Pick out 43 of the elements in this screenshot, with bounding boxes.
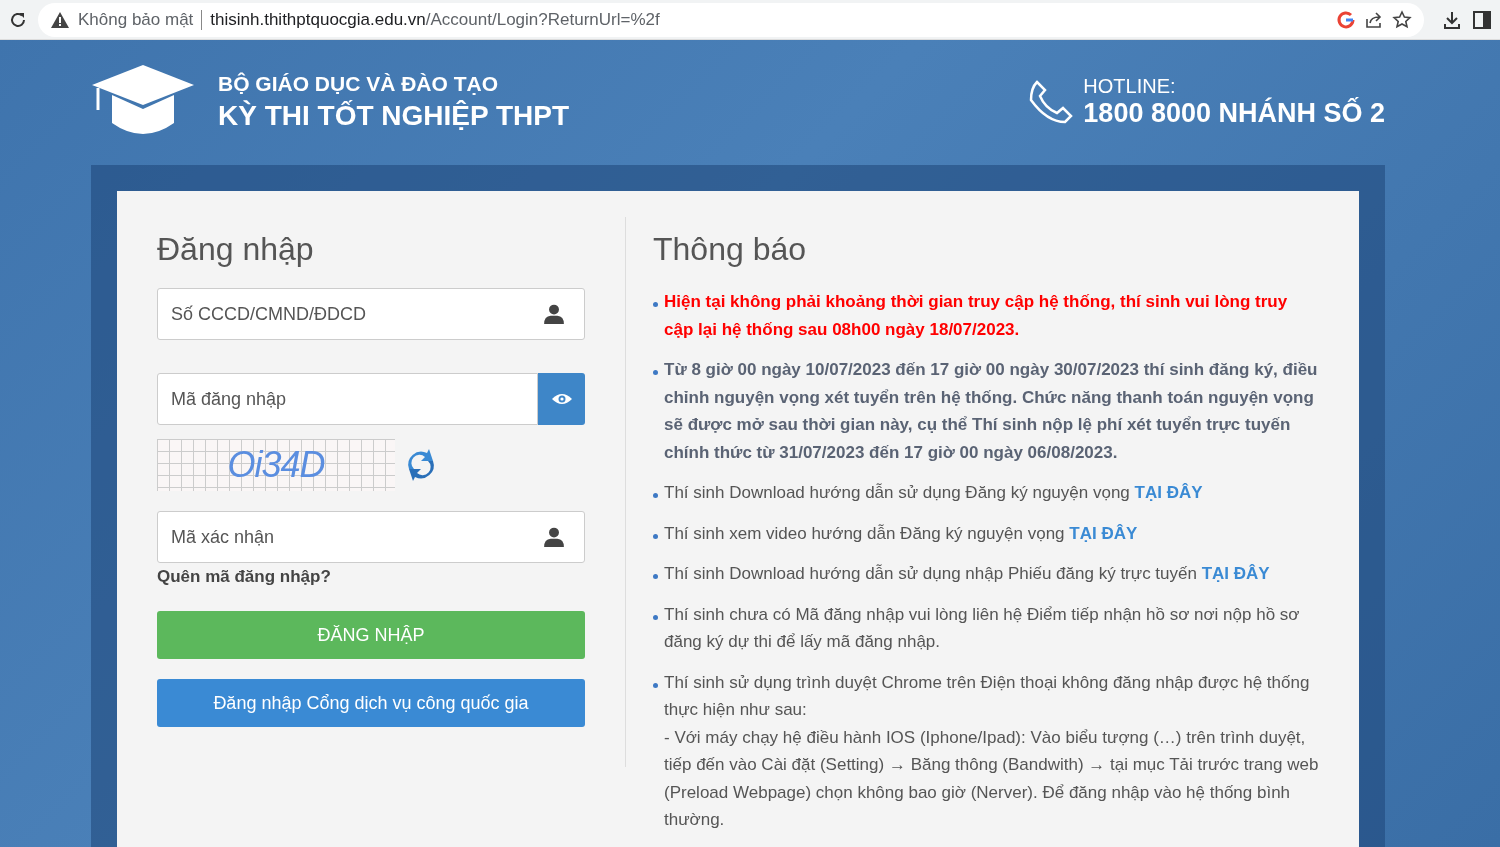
- captcha-image: Oi34D: [157, 439, 395, 491]
- share-icon[interactable]: [1364, 9, 1384, 30]
- bullet-icon: [653, 682, 658, 688]
- password-input[interactable]: Mã đăng nhập: [157, 373, 538, 425]
- ministry-title: BỘ GIÁO DỤC VÀ ĐÀO TẠO: [218, 72, 499, 96]
- bullet-icon: [653, 302, 658, 307]
- bullet-icon: [653, 533, 658, 539]
- security-label: Không bảo mật: [78, 9, 194, 30]
- login-title: Đăng nhập: [157, 231, 315, 268]
- sidebar-icon[interactable]: [1472, 9, 1492, 30]
- url-text: thisinh.thithptquocgia.edu.vn/Account/Login?ReturnUrl=%2f: [210, 9, 660, 30]
- notice-text: Thí sinh sử dụng trình duyệt Chrome trên Điện thoại không đăng nhập được hệ thống thực hiện như sau:: [664, 672, 1310, 719]
- notice-text: Thí sinh chưa có Mã đăng nhập vui lòng liên hệ Điểm tiếp nhận hồ sơ nơi nộp hồ sơ đăng ký dự thi để lấy mã đăng nhập.: [664, 604, 1300, 651]
- bullet-icon: [653, 493, 658, 498]
- national-login-button[interactable]: Đăng nhập Cổng dịch vụ công quốc gia: [157, 679, 585, 727]
- notice-text: Thí sinh xem video hướng dẫn Đăng ký nguyện vọng TẠI ĐÂY: [664, 522, 1138, 545]
- download-icon[interactable]: [1442, 9, 1462, 30]
- notice-text: Từ 8 giờ 00 ngày 10/07/2023 đến 17 giờ 00 ngày 30/07/2023 thí sinh đăng ký, điều chỉnh nguyện vọng xét tuyển trên hệ thống. Chức năng thanh toán nguyện vọng sẽ được mở sau thời gian này, cụ thể Thí sinh nộp lệ phí xét tuyển trực tuyến chính thức từ 31/07/2023 đến 17 giờ 00 ngày 06/08/2023.: [664, 359, 1319, 464]
- star-icon[interactable]: [1392, 9, 1412, 30]
- here-link[interactable]: TẠI ĐÂY: [1069, 523, 1138, 543]
- google-icon[interactable]: [1336, 9, 1356, 30]
- notice-text: Thí sinh Download hướng dẫn sử dụng nhập Phiếu đăng ký trực tuyến TẠI ĐÂY: [664, 563, 1270, 585]
- bullet-icon: [653, 574, 658, 579]
- notice-text: Thí sinh Download hướng dẫn sử dụng Đăng ký nguyện vọng TẠI ĐÂY: [664, 482, 1203, 504]
- captcha-input[interactable]: Mã xác nhận: [157, 511, 585, 563]
- user-icon: [543, 303, 565, 325]
- here-link[interactable]: TẠI ĐÂY: [1201, 564, 1270, 583]
- hotline-label: HOTLINE:: [1083, 75, 1177, 98]
- bullet-icon: [653, 370, 658, 375]
- notice-title: Thông báo: [653, 231, 807, 268]
- user-icon: [543, 526, 565, 548]
- id-input[interactable]: Số CCCD/CMND/ĐDCD: [157, 288, 585, 340]
- login-button[interactable]: ĐĂNG NHẬP: [157, 611, 585, 659]
- address-bar[interactable]: Không bảo mật thisinh.thithptquocgia.edu.vn/Account/Login?ReturnUrl=%2f: [38, 2, 1424, 37]
- here-link[interactable]: TẠI ĐÂY: [1134, 483, 1203, 502]
- eye-icon: [550, 392, 573, 406]
- notice-text: Hiện tại không phải khoảng thời gian truy cập hệ thống, thí sinh vui lòng truy cập lại hệ thống sau 08h00 ngày 18/07/2023.: [664, 291, 1289, 341]
- hotline-number: 1800 8000 NHÁNH SỐ 2: [1083, 98, 1385, 129]
- notice-detail: - Với máy chạy hệ điều hành IOS (Iphone/Ipad): Vào biểu tượng (…) trên trình duyệt, tiếp đến vào Cài đặt (Setting) → Băng thông (Bandwith) → tại mục Tải trước trang web (Preload Webpage) chọn không bao giờ (Nerver). Để đăng nhập vào hệ thống bình thường.: [664, 726, 1319, 831]
- exam-title: KỲ THI TỐT NGHIỆP THPT: [218, 100, 570, 132]
- bullet-icon: [653, 614, 658, 620]
- show-password-button[interactable]: [538, 373, 585, 425]
- forgot-password-link[interactable]: Quên mã đăng nhập?: [157, 567, 585, 587]
